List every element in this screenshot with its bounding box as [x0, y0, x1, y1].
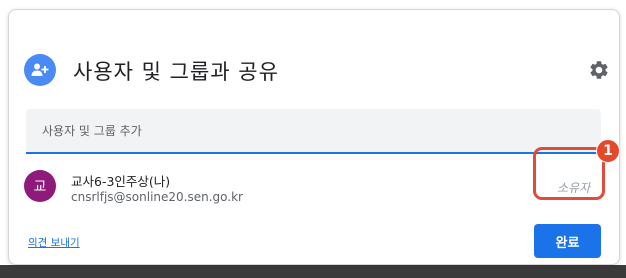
send-feedback-link[interactable]: 의견 보내기	[28, 235, 80, 250]
annotation-badge: 1	[596, 139, 620, 163]
share-input[interactable]	[26, 109, 601, 152]
gear-icon[interactable]	[588, 59, 610, 81]
share-dialog: 사용자 및 그룹과 공유 교 교사6-3인주상(나) cnsrlfjs@sonl…	[8, 9, 620, 265]
done-button[interactable]: 완료	[534, 224, 601, 258]
user-name: 교사6-3인주상(나)	[71, 174, 171, 189]
bottom-bar	[0, 265, 626, 278]
owner-role-label: 소유자	[557, 181, 591, 195]
dialog-title: 사용자 및 그룹과 공유	[73, 60, 279, 84]
share-input-container	[26, 109, 601, 154]
avatar: 교	[24, 170, 56, 202]
user-email: cnsrlfjs@sonline20.sen.go.kr	[71, 190, 243, 204]
add-person-icon	[24, 54, 56, 86]
